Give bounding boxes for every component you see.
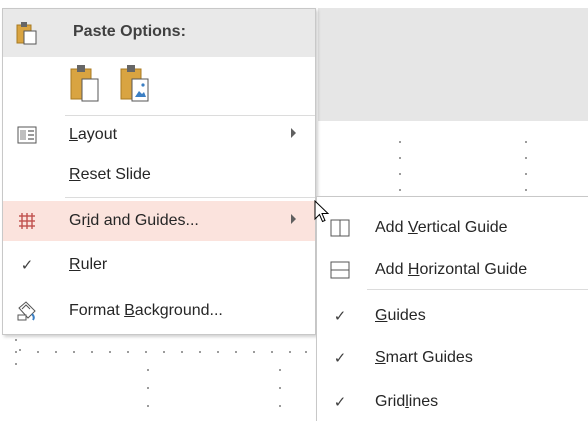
- submenu-item-label: Add Horizontal Guide: [375, 261, 528, 278]
- menu-item-label: Ruler: [69, 256, 108, 273]
- submenu-item-gridlines[interactable]: ✓ Gridlines: [317, 381, 588, 421]
- menu-item-label: Reset Slide: [69, 166, 151, 183]
- submenu-arrow-icon: [291, 214, 296, 224]
- paste-options-row: [65, 57, 305, 115]
- paste-options-header: Paste Options:: [3, 9, 315, 57]
- paste-options-title: Paste Options:: [73, 23, 186, 40]
- submenu-item-add-horizontal-guide[interactable]: Add Horizontal Guide: [317, 249, 588, 289]
- menu-item-label: Layout: [69, 126, 118, 143]
- check-icon: ✓: [333, 308, 347, 325]
- paste-picture-button[interactable]: [115, 63, 155, 107]
- check-icon: ✓: [20, 257, 34, 274]
- check-icon: ✓: [333, 350, 347, 367]
- menu-separator: [65, 197, 315, 198]
- grid-icon: [13, 207, 41, 235]
- menu-item-reset-slide[interactable]: Reset Slide: [3, 155, 315, 195]
- submenu-item-label: Add Vertical Guide: [375, 219, 508, 236]
- horizontal-guide-icon: [329, 259, 351, 281]
- check-icon: ✓: [333, 394, 347, 411]
- submenu-arrow-icon: [291, 128, 296, 138]
- submenu-separator: [367, 289, 588, 290]
- menu-item-format-background[interactable]: Format Background...: [3, 291, 315, 331]
- submenu-item-label: Smart Guides: [375, 349, 473, 366]
- format-background-icon: [13, 297, 41, 325]
- menu-item-layout[interactable]: Layout: [3, 115, 315, 155]
- submenu-item-label: Guides: [375, 307, 426, 324]
- context-menu: Paste Options: Layout Reset Slide Grid a…: [2, 8, 316, 335]
- menu-item-label: Format Background...: [69, 302, 223, 319]
- layout-icon: [13, 121, 41, 149]
- mouse-cursor-icon: [314, 200, 330, 223]
- paste-keep-source-icon: [70, 65, 99, 102]
- submenu-item-smart-guides[interactable]: ✓ Smart Guides: [317, 337, 588, 377]
- menu-item-label: Grid and Guides...: [69, 212, 199, 229]
- submenu-item-add-vertical-guide[interactable]: Add Vertical Guide: [317, 207, 588, 247]
- paste-icon: [13, 19, 41, 47]
- paste-picture-icon: [120, 65, 149, 102]
- grid-and-guides-submenu: Add Vertical Guide Add Horizontal Guide …: [316, 196, 588, 421]
- submenu-item-guides[interactable]: ✓ Guides: [317, 295, 588, 335]
- vertical-guide-icon: [329, 217, 351, 239]
- paste-keep-source-button[interactable]: [65, 63, 105, 107]
- menu-item-grid-and-guides[interactable]: Grid and Guides...: [3, 201, 315, 241]
- submenu-item-label: Gridlines: [375, 393, 439, 410]
- menu-item-ruler[interactable]: ✓ Ruler: [3, 245, 315, 285]
